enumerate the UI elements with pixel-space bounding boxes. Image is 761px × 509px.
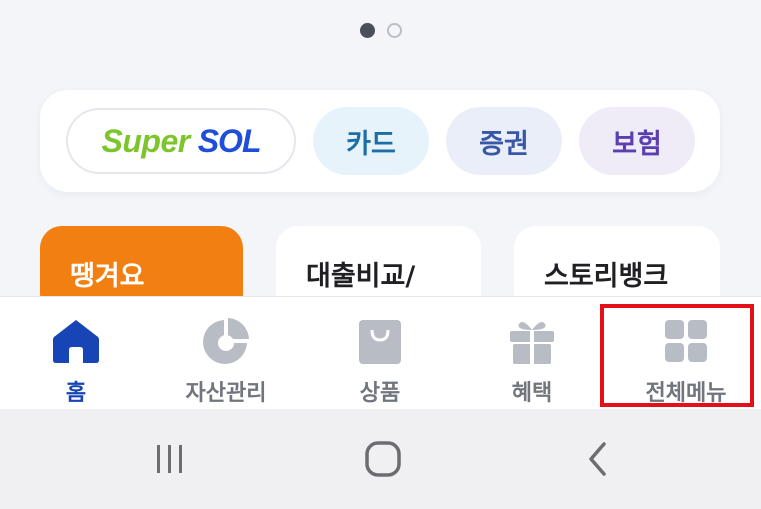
shopping-bag-icon: [354, 315, 406, 367]
tab-products[interactable]: 상품: [304, 297, 456, 410]
tab-label: 상품: [359, 381, 401, 406]
quick-links-card: Super SOL 카드 증권 보험: [40, 90, 720, 192]
home-button-icon[interactable]: [363, 439, 403, 479]
supersol-logo-super: Super: [101, 122, 191, 159]
pagination-dot-inactive[interactable]: [386, 23, 402, 38]
home-icon: [50, 315, 102, 367]
insurance-button[interactable]: 보험: [579, 107, 695, 175]
carousel-pagination: [0, 23, 761, 38]
tab-label: 자산관리: [185, 381, 267, 406]
recent-apps-icon[interactable]: [150, 439, 190, 479]
tab-label: 홈: [65, 381, 87, 406]
tab-benefits[interactable]: 혜택: [456, 297, 608, 410]
system-navigation-bar: [0, 409, 761, 509]
pie-chart-icon: [200, 315, 252, 367]
back-icon[interactable]: [578, 439, 618, 479]
gift-icon: [506, 315, 558, 367]
tab-label: 혜택: [511, 381, 553, 406]
highlight-box: [600, 304, 754, 407]
supersol-logo-sol: SOL: [197, 122, 262, 159]
supersol-button[interactable]: Super SOL: [66, 108, 296, 174]
card-button[interactable]: 카드: [313, 107, 429, 175]
tab-asset-management[interactable]: 자산관리: [150, 297, 302, 410]
pagination-dot-active[interactable]: [359, 23, 375, 38]
tab-home[interactable]: 홈: [0, 297, 152, 410]
stock-button[interactable]: 증권: [446, 107, 562, 175]
